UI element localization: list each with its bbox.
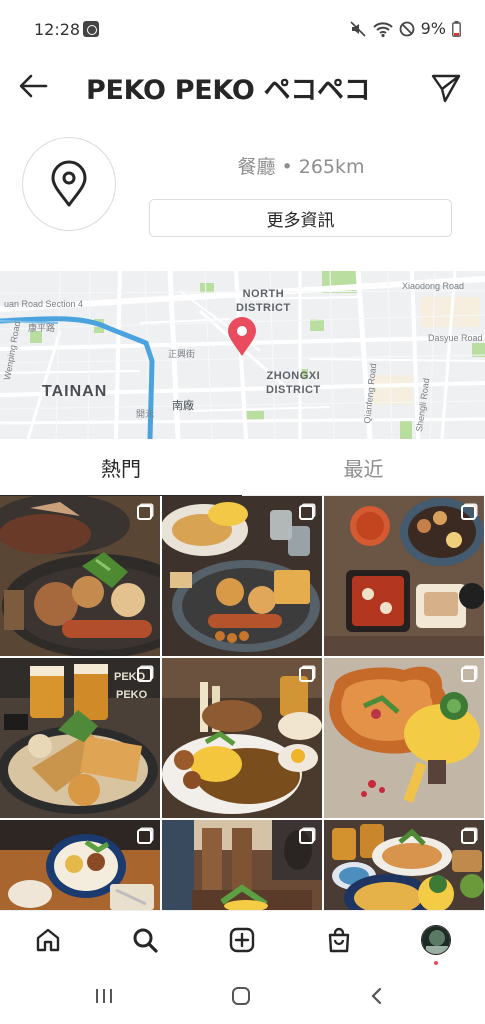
battery-icon [452,20,461,37]
paper-plane-icon [431,74,461,103]
home-circle-icon [232,987,250,1005]
grid-tile-curry-omurice[interactable] [162,658,322,818]
svg-text:PEKO: PEKO [116,689,148,701]
nav-profile[interactable] [419,923,453,957]
multi-photo-icon [299,829,314,844]
back-button[interactable] [14,68,52,106]
tab-hot[interactable]: 熱門 [0,440,242,496]
map-label-kaiyuan: 開元 [136,409,155,419]
photo-grid: PEKO PEKO [0,496,485,910]
map-label-xiaodong: Xiaodong Road [402,281,465,291]
profile-avatar [421,925,451,955]
food-photo [0,496,160,656]
back-system-button[interactable] [365,984,389,1008]
grid-tile-sausage-plate[interactable] [0,496,160,656]
location-meta: 餐廳 • 265km [237,156,365,178]
status-time: 12:28 [34,20,81,39]
grid-tile-restaurant-interior[interactable] [162,820,322,910]
multi-photo-icon [137,829,152,844]
location-avatar [22,137,116,231]
multi-photo-icon [137,667,152,682]
feed-tabs: 熱門 最近 [0,440,485,496]
multi-photo-icon [299,667,314,682]
wifi-icon [372,21,393,37]
back-arrow-icon [19,74,48,98]
mute-icon [350,20,366,37]
map-marker-icon [228,317,256,356]
map-label-tainan: TAINAN [42,383,108,400]
status-icons: 9% [349,19,461,38]
food-photo [162,658,322,818]
nav-home[interactable] [31,923,65,957]
page-title: PEKO PEKO ペコペコ [86,75,371,106]
map-label-zhongxi-district: ZHONGXI DISTRICT [266,369,321,397]
map-label-yuan-road: uan Road Section 4 [4,299,84,309]
grid-tile-salad-bowl[interactable] [0,820,160,910]
food-photo [324,658,484,818]
chevron-left-icon [371,987,382,1005]
map-label-nanchang: 南廠 [172,400,194,412]
new-post-icon [229,927,255,953]
map-label-north-2: DISTRICT [236,302,291,314]
battery-percent: 9% [420,19,446,38]
grid-tile-table-spread[interactable] [324,820,484,910]
multi-photo-icon [461,667,476,682]
map-label-kangle: 康平路 [28,323,56,333]
grid-tile-carrot-omurice[interactable] [324,658,484,818]
nav-shop[interactable] [322,923,356,957]
more-info-button[interactable]: 更多資訊 [149,199,452,237]
app-notification-icon [83,21,99,37]
food-photo [0,820,160,910]
bottom-navigation [0,910,485,968]
multi-photo-icon [461,829,476,844]
status-bar: 12:28 9% [0,0,485,58]
food-photo [162,496,322,656]
recent-apps-button[interactable] [92,984,116,1008]
map-label-zhongxi-1: ZHONGXI [266,370,321,382]
shop-icon [328,927,350,953]
home-icon [36,928,60,952]
share-button[interactable] [427,68,465,106]
system-navigation-bar [0,968,485,1024]
tab-recent[interactable]: 最近 [242,440,485,496]
map-label-north-1: NORTH [242,288,285,300]
map-label-zhongxi-2: DISTRICT [266,384,321,396]
food-photo [324,820,484,910]
home-system-button[interactable] [229,984,253,1008]
top-app-bar: PEKO PEKO ペコペコ [0,58,485,116]
grid-tile-omelette-breakfast[interactable] [162,496,322,656]
nav-search[interactable] [128,923,162,957]
nav-new-post[interactable] [225,923,259,957]
recent-apps-icon [96,989,112,1003]
grid-tile-beer-quiche[interactable]: PEKO PEKO [0,658,160,818]
multi-photo-icon [461,505,476,520]
map-label-north-district: NORTH DISTRICT [236,287,291,315]
map-label-zhengxing: 正興街 [168,349,196,359]
multi-photo-icon [137,505,152,520]
food-photo: PEKO PEKO [0,658,160,818]
notification-dot [434,961,438,965]
multi-photo-icon [299,505,314,520]
map-pin-icon [51,160,87,207]
food-photo [324,496,484,656]
map-label-dasyue: Dasyue Road [428,333,483,343]
grid-tile-shakshuka-table[interactable] [324,496,484,656]
dnd-icon [399,21,415,36]
search-icon [133,928,158,953]
food-photo [162,820,322,910]
